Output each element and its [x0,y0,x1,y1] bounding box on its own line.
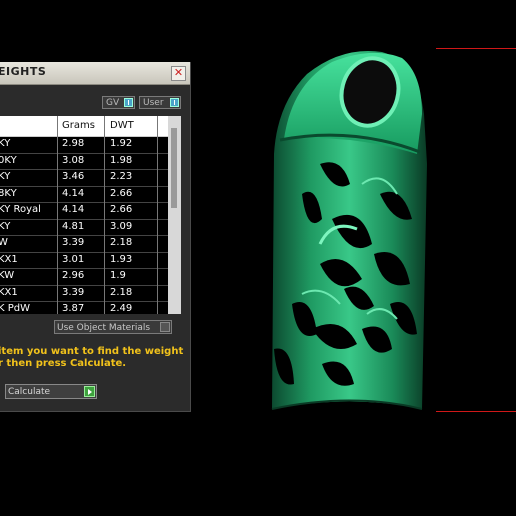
dwt-value: 1.92 [110,138,133,149]
table-row[interactable]: W 3.39 2.18 [0,236,168,253]
grams-value: 4.14 [62,187,85,199]
material-name: 0KY [0,154,17,166]
table-row[interactable]: KW 2.96 1.9 [0,269,168,286]
play-arrow-icon[interactable] [84,386,95,397]
material-name: KX1 [0,286,18,298]
dwt-value: 2.66 [110,204,133,215]
gv-toggle[interactable]: GV [102,96,135,109]
dwt-value: 2.23 [110,171,133,182]
top-guide-line [436,48,516,49]
grams-value: 3.39 [62,286,85,298]
column-divider [57,116,58,314]
grams-value: 3.87 [62,303,85,314]
user-toggle-label: User [143,98,164,108]
calculate-label: Calculate [8,387,51,397]
scrollbar-thumb[interactable] [171,128,177,208]
grams-value: 2.98 [62,138,85,149]
material-name: K PdW [0,303,31,314]
ring-model-render[interactable] [262,44,437,414]
table-row[interactable]: KX1 3.39 2.18 [0,285,168,302]
column-divider [157,116,158,314]
dwt-value: 1.9 [110,270,126,281]
material-name: KW [0,270,15,281]
material-name: W [0,237,8,248]
table-row[interactable]: 0KY 3.08 1.98 [0,153,168,170]
grams-value: 2.96 [62,270,85,281]
table-row[interactable]: KY 2.98 1.92 [0,137,168,154]
panel-title: EIGHTS [0,65,47,78]
table-scrollbar[interactable] [168,116,181,314]
table-row[interactable]: K PdW 3.87 2.49 [0,302,168,314]
material-name: KX1 [0,253,18,265]
dwt-value: 3.09 [110,220,133,232]
dwt-value: 2.18 [110,237,133,248]
column-header-dwt: DWT [110,120,134,131]
toggle-info-icon [170,98,179,107]
grams-value: 4.14 [62,204,85,215]
close-icon[interactable]: ✕ [171,66,186,81]
grams-value: 3.39 [62,237,85,248]
instruction-line-1: item you want to find the weight [0,346,184,357]
table-row[interactable]: KY 3.46 2.23 [0,170,168,187]
weights-panel: EIGHTS ✕ GV User Grams DWT KY 2.98 1.92 … [0,62,191,412]
grams-value: 3.01 [62,253,85,265]
bottom-guide-line [436,411,516,412]
dwt-value: 2.18 [110,286,133,298]
weights-table: Grams DWT KY 2.98 1.92 0KY 3.08 1.98 KY … [0,116,168,314]
toggle-info-icon [124,98,133,107]
dwt-value: 1.93 [110,253,133,265]
table-row[interactable]: KY 4.81 3.09 [0,219,168,236]
table-row[interactable]: KX1 3.01 1.93 [0,252,168,269]
table-row[interactable]: 8KY 4.14 2.66 [0,186,168,203]
instruction-text: item you want to find the weight r then … [0,346,188,370]
material-name: KY Royal [0,204,41,215]
dwt-value: 1.98 [110,154,133,166]
table-header: Grams DWT [0,116,168,137]
material-name: KY [0,171,11,182]
user-toggle[interactable]: User [139,96,181,109]
dwt-value: 2.66 [110,187,133,199]
instruction-line-2: r then press Calculate. [0,358,127,369]
gv-toggle-label: GV [106,98,120,108]
material-name: KY [0,220,11,232]
use-object-materials-label: Use Object Materials [57,323,151,333]
material-name: KY [0,138,11,149]
grams-value: 3.08 [62,154,85,166]
checkbox-icon[interactable] [160,322,170,332]
calculate-button[interactable]: Calculate [5,384,97,399]
grams-value: 4.81 [62,220,85,232]
table-row[interactable]: KY Royal 4.14 2.66 [0,203,168,220]
column-header-grams: Grams [62,120,95,131]
grams-value: 3.46 [62,171,85,182]
dwt-value: 2.49 [110,303,133,314]
use-object-materials-checkbox[interactable]: Use Object Materials [54,320,172,334]
material-name: 8KY [0,187,17,199]
panel-titlebar[interactable]: EIGHTS ✕ [0,62,190,85]
column-divider [104,116,105,314]
